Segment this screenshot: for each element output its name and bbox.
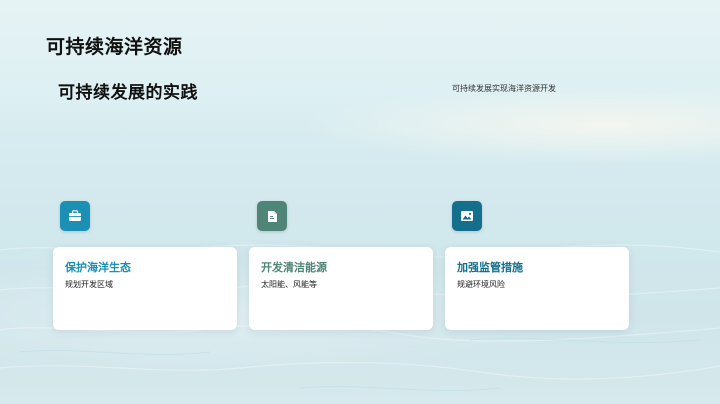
briefcase-icon[interactable] <box>60 201 90 231</box>
document-icon[interactable] <box>257 201 287 231</box>
image-glyph <box>461 211 473 221</box>
card-regulation[interactable]: 加强监管措施 规避环境风险 <box>445 247 629 330</box>
card-title: 加强监管措施 <box>457 261 523 274</box>
image-icon[interactable] <box>452 201 482 231</box>
section-title: 可持续发展的实践 <box>58 83 198 103</box>
card-title: 保护海洋生态 <box>65 261 131 274</box>
card-clean-energy[interactable]: 开发清洁能源 太阳能、风能等 <box>249 247 433 330</box>
card-description: 规划开发区域 <box>65 280 113 289</box>
briefcase-glyph <box>69 210 81 221</box>
section-description: 可持续发展实现海洋资源开发 <box>452 84 556 93</box>
card-description: 规避环境风险 <box>457 280 505 289</box>
card-description: 太阳能、风能等 <box>261 280 317 289</box>
water-ripples <box>0 244 720 392</box>
document-glyph <box>267 210 277 222</box>
card-protect-ecology[interactable]: 保护海洋生态 规划开发区域 <box>53 247 237 330</box>
card-title: 开发清洁能源 <box>261 261 327 274</box>
page-title: 可持续海洋资源 <box>46 36 183 58</box>
